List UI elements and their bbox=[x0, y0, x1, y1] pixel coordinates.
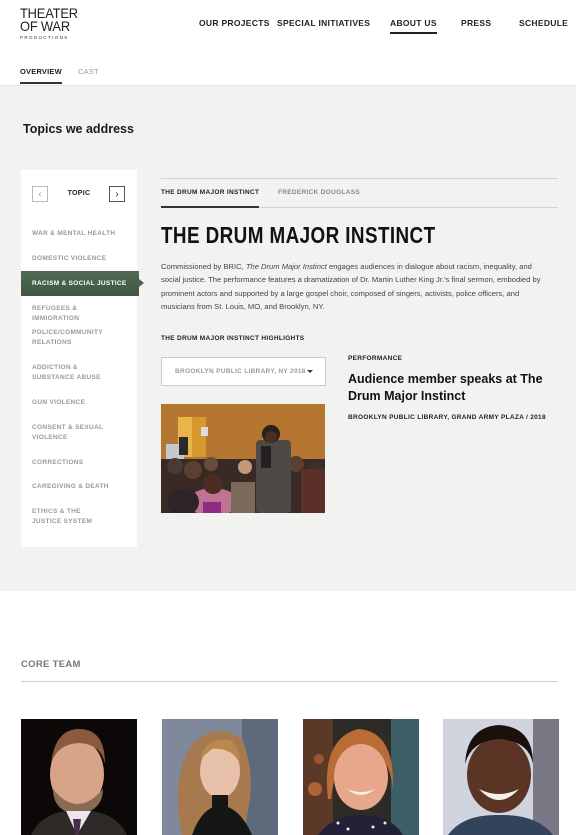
topic-next-button[interactable]: › bbox=[109, 186, 125, 202]
nav-about-us[interactable]: ABOUT US bbox=[390, 18, 437, 34]
highlight-meta: BROOKLYN PUBLIC LIBRARY, GRAND ARMY PLAZ… bbox=[348, 414, 546, 421]
topic-addiction[interactable]: ADDICTION & SUBSTANCE ABUSE bbox=[21, 363, 129, 383]
topic-consent[interactable]: CONSENT & SEXUAL VIOLENCE bbox=[21, 423, 116, 443]
nav-schedule[interactable]: SCHEDULE bbox=[519, 18, 568, 28]
core-team-title: CORE TEAM bbox=[21, 659, 81, 670]
site-header: THEATER OF WAR PRODUCTIONS OUR PROJECTS … bbox=[0, 0, 576, 85]
nav-press[interactable]: PRESS bbox=[461, 18, 491, 28]
tab-frederick-douglass[interactable]: FREDERICK DOUGLASS bbox=[278, 189, 360, 196]
man-portrait-illustration bbox=[21, 719, 137, 835]
audience-photo-illustration bbox=[161, 404, 325, 513]
topic-corrections[interactable]: CORRECTIONS bbox=[21, 458, 137, 468]
desc-italic-title: The Drum Major Instinct bbox=[245, 262, 327, 271]
team-member-2-photo[interactable] bbox=[162, 719, 278, 835]
topic-caregiving-death[interactable]: CAREGIVING & DEATH bbox=[21, 482, 137, 492]
topics-title: Topics we address bbox=[23, 122, 134, 136]
team-member-1-photo[interactable] bbox=[21, 719, 137, 835]
subnav-cast[interactable]: CAST bbox=[78, 67, 99, 76]
project-description: Commissioned by BRIC, The Drum Major Ins… bbox=[161, 260, 551, 313]
core-team-section: CORE TEAM bbox=[0, 591, 576, 835]
highlight-location-select[interactable]: BROOKLYN PUBLIC LIBRARY, NY 2018 bbox=[161, 357, 326, 386]
topic-header: ‹ TOPIC › bbox=[21, 186, 137, 204]
nav-our-projects[interactable]: OUR PROJECTS bbox=[199, 18, 270, 28]
man-smiling-illustration bbox=[443, 719, 559, 835]
topic-racism-social-justice[interactable]: RACISM & SOCIAL JUSTICE bbox=[21, 271, 144, 296]
topic-refugees-immigration[interactable]: REFUGEES & IMMIGRATION bbox=[21, 304, 137, 324]
team-member-3-photo[interactable] bbox=[303, 719, 419, 835]
subnav-overview[interactable]: OVERVIEW bbox=[20, 67, 62, 84]
project-title: THE DRUM MAJOR INSTINCT bbox=[161, 222, 436, 248]
woman-smiling-illustration bbox=[303, 719, 419, 835]
topic-war-mental-health[interactable]: WAR & MENTAL HEALTH bbox=[21, 229, 137, 239]
tab-drum-major-instinct[interactable]: THE DRUM MAJOR INSTINCT bbox=[161, 189, 260, 208]
divider bbox=[21, 681, 558, 682]
select-value: BROOKLYN PUBLIC LIBRARY, NY 2018 bbox=[175, 368, 306, 375]
highlight-type: PERFORMANCE bbox=[348, 355, 403, 362]
topic-police-community[interactable]: POLICE/COMMUNITY RELATIONS bbox=[21, 328, 121, 348]
topic-gun-violence[interactable]: GUN VIOLENCE bbox=[21, 398, 137, 408]
topic-sidebar: ‹ TOPIC › WAR & MENTAL HEALTH DOMESTIC V… bbox=[21, 170, 144, 547]
project-tabs: THE DRUM MAJOR INSTINCT FREDERICK DOUGLA… bbox=[161, 178, 558, 208]
main-nav: OUR PROJECTS SPECIAL INITIATIVES ABOUT U… bbox=[0, 18, 576, 38]
woman-portrait-illustration bbox=[162, 719, 278, 835]
team-member-4-photo[interactable] bbox=[443, 719, 559, 835]
highlight-photo[interactable] bbox=[161, 404, 325, 513]
chevron-right-icon: › bbox=[115, 188, 119, 200]
topics-section: Topics we address ‹ TOPIC › WAR & MENTAL… bbox=[0, 85, 576, 591]
topic-ethics-justice[interactable]: ETHICS & THE JUSTICE SYSTEM bbox=[21, 507, 121, 527]
nav-special-initiatives[interactable]: SPECIAL INITIATIVES bbox=[277, 18, 370, 28]
desc-prefix: Commissioned by BRIC, bbox=[161, 262, 246, 271]
caret-down-icon bbox=[307, 370, 313, 373]
topic-domestic-violence[interactable]: DOMESTIC VIOLENCE bbox=[21, 254, 137, 264]
highlights-label: THE DRUM MAJOR INSTINCT HIGHLIGHTS bbox=[161, 335, 305, 342]
highlight-title[interactable]: Audience member speaks at The Drum Major… bbox=[348, 371, 563, 405]
